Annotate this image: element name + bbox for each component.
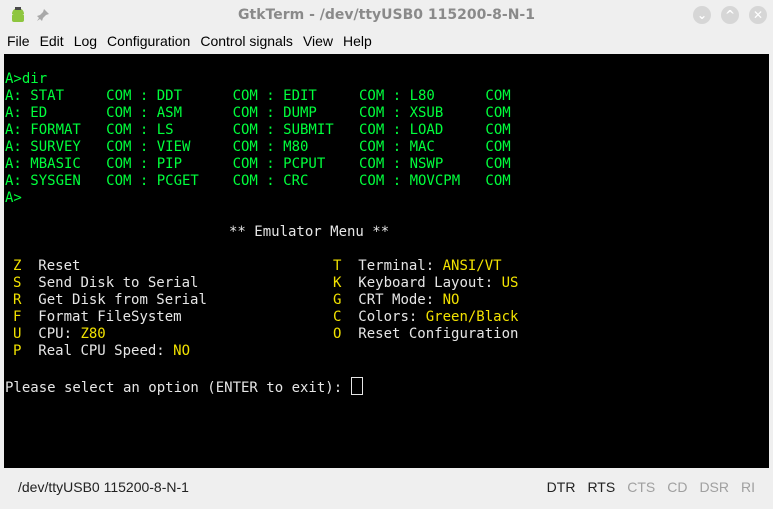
option-value: US: [501, 275, 519, 291]
menu-option: C Colors: Green/Black: [333, 309, 518, 326]
option-label: Terminal:: [358, 258, 443, 274]
option-key: O: [333, 326, 342, 342]
option-value: ANSI/VT: [442, 258, 502, 274]
menu-bar: File Edit Log Configuration Control sign…: [0, 30, 773, 52]
dir-row: A: ED COM : ASM COM : DUMP COM : XSUB CO…: [5, 105, 511, 121]
signal-dtr: DTR: [546, 479, 576, 495]
option-label: CRT Mode:: [358, 292, 443, 308]
menu-file[interactable]: File: [2, 30, 35, 52]
menu-option: R Get Disk from Serial: [13, 292, 207, 309]
title-bar[interactable]: GtkTerm - /dev/ttyUSB0 115200-8-N-1 ⌄ ^ …: [0, 0, 773, 30]
option-label: Format FileSystem: [38, 309, 182, 325]
dir-row: A: FORMAT COM : LS COM : SUBMIT COM : LO…: [5, 122, 511, 138]
signal-ri: RI: [741, 479, 755, 495]
option-label: Reset Configuration: [358, 326, 519, 342]
signal-dsr: DSR: [699, 479, 729, 495]
select-prompt: Please select an option (ENTER to exit):: [5, 377, 363, 396]
option-label: CPU:: [38, 326, 81, 342]
close-button[interactable]: ✕: [749, 6, 767, 24]
terminal-cursor: [350, 377, 363, 395]
dir-row: A: SYSGEN COM : PCGET COM : CRC COM : MO…: [5, 173, 511, 189]
pin-icon[interactable]: [36, 8, 50, 22]
option-key: P: [13, 343, 22, 359]
signal-cd: CD: [667, 479, 688, 495]
option-key: C: [333, 309, 342, 325]
menu-help[interactable]: Help: [338, 30, 377, 52]
maximize-button[interactable]: ^: [721, 6, 739, 24]
status-bar: /dev/ttyUSB0 115200-8-N-1 DTR RTS CTS CD…: [0, 468, 773, 509]
select-prompt-text: Please select an option (ENTER to exit):: [5, 380, 351, 396]
option-value: Green/Black: [425, 309, 519, 325]
signal-rts: RTS: [587, 479, 616, 495]
android-icon: [12, 7, 24, 22]
terminal-line: A>dir: [5, 71, 48, 87]
option-label: Send Disk to Serial: [38, 275, 199, 291]
menu-option: F Format FileSystem: [13, 309, 182, 326]
menu-configuration[interactable]: Configuration: [102, 30, 195, 52]
option-value: Z80: [80, 326, 106, 342]
dir-row: A: SURVEY COM : VIEW COM : M80 COM : MAC…: [5, 139, 511, 155]
menu-option: S Send Disk to Serial: [13, 275, 198, 292]
option-key: S: [13, 275, 22, 291]
option-label: Colors:: [358, 309, 426, 325]
dir-row: A: STAT COM : DDT COM : EDIT COM : L80 C…: [5, 88, 511, 104]
menu-option: Z Reset: [13, 258, 80, 275]
option-value: NO: [442, 292, 460, 308]
menu-view[interactable]: View: [298, 30, 338, 52]
menu-option: G CRT Mode: NO: [333, 292, 459, 309]
emulator-menu-title: ** Emulator Menu **: [229, 224, 390, 240]
option-key: Z: [13, 258, 22, 274]
minimize-button[interactable]: ⌄: [693, 6, 711, 24]
window-title: GtkTerm - /dev/ttyUSB0 115200-8-N-1: [238, 7, 535, 23]
option-label: Keyboard Layout:: [358, 275, 502, 291]
menu-option: P Real CPU Speed: NO: [13, 343, 190, 360]
terminal-line: A>: [5, 190, 22, 206]
option-key: T: [333, 258, 342, 274]
option-key: F: [13, 309, 22, 325]
option-label: Reset: [38, 258, 81, 274]
option-value: NO: [173, 343, 191, 359]
menu-option: K Keyboard Layout: US: [333, 275, 518, 292]
menu-control-signals[interactable]: Control signals: [195, 30, 298, 52]
option-key: K: [333, 275, 342, 291]
dir-row: A: MBASIC COM : PIP COM : PCPUT COM : NS…: [5, 156, 511, 172]
menu-option: T Terminal: ANSI/VT: [333, 258, 502, 275]
menu-option: U CPU: Z80: [13, 326, 106, 343]
option-key: R: [13, 292, 22, 308]
menu-log[interactable]: Log: [69, 30, 102, 52]
menu-edit[interactable]: Edit: [35, 30, 69, 52]
signal-cts: CTS: [627, 479, 656, 495]
menu-option: O Reset Configuration: [333, 326, 518, 343]
option-label: Get Disk from Serial: [38, 292, 207, 308]
port-status: /dev/ttyUSB0 115200-8-N-1: [18, 479, 189, 495]
terminal[interactable]: A>dir A: STAT COM : DDT COM : EDIT COM :…: [4, 54, 769, 468]
option-label: Real CPU Speed:: [38, 343, 174, 359]
option-key: U: [13, 326, 22, 342]
control-signals: DTR RTS CTS CD DSR RI: [547, 479, 755, 495]
option-key: G: [333, 292, 342, 308]
